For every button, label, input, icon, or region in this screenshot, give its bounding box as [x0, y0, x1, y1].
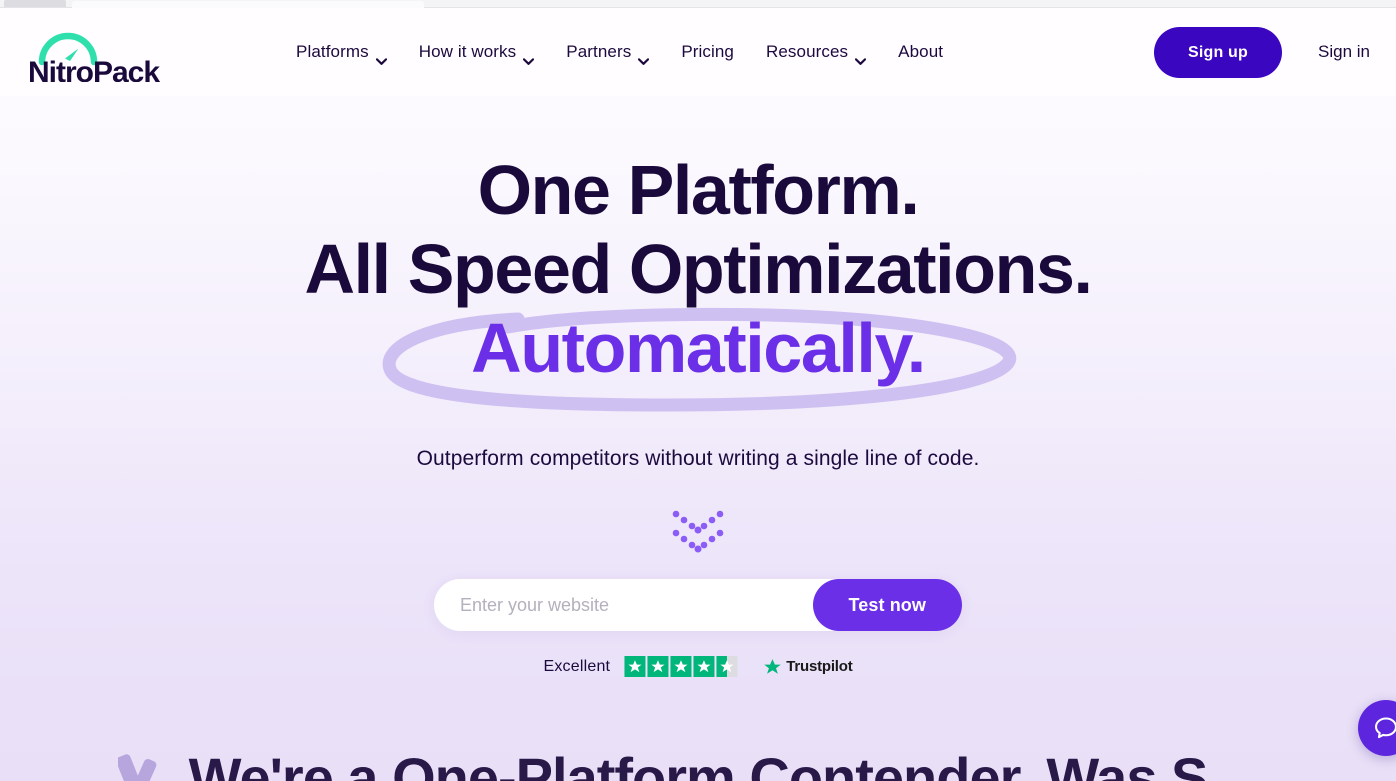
site-header: NitroPack Platforms How it works Partner… — [0, 8, 1396, 96]
next-section-heading: We're a One-Platform Contender. Was S — [188, 746, 1209, 781]
nav-item-about[interactable]: About — [882, 42, 959, 62]
next-section-peek: We're a One-Platform Contender. Was S — [0, 653, 1396, 781]
headline-highlight: Automatically. — [471, 309, 926, 387]
chevron-down-icon — [638, 50, 650, 65]
nav-item-platforms[interactable]: Platforms — [296, 42, 403, 65]
hero-section: One Platform. All Speed Optimizations. A… — [0, 96, 1396, 677]
nav-label-resources: Resources — [766, 42, 849, 61]
nav-label-how-it-works: How it works — [418, 42, 517, 61]
sign-up-button[interactable]: Sign up — [1153, 26, 1283, 78]
nav-item-partners[interactable]: Partners — [550, 42, 665, 65]
sign-in-link[interactable]: Sign in — [1318, 42, 1370, 62]
chat-bubble-icon — [1375, 717, 1396, 739]
nav-label-partners: Partners — [566, 42, 632, 61]
test-now-button[interactable]: Test now — [812, 579, 962, 631]
browser-chrome — [0, 0, 1396, 8]
nav-label-about: About — [898, 42, 944, 61]
logo-graphic: NitroPack — [28, 32, 161, 82]
page-title: One Platform. All Speed Optimizations. A… — [0, 96, 1396, 412]
chevron-down-icon — [375, 50, 387, 65]
nav-label-pricing: Pricing — [681, 42, 734, 61]
website-test-form: Test now — [434, 579, 962, 631]
scroll-down-dots-icon — [671, 509, 725, 561]
headline-line-2: All Speed Optimizations. — [304, 230, 1092, 308]
svg-text:NitroPack: NitroPack — [28, 56, 160, 82]
nav-item-resources[interactable]: Resources — [750, 42, 882, 65]
header-actions: Sign up Sign in — [1153, 8, 1396, 96]
chevron-down-icon — [523, 50, 535, 65]
browser-tab-inactive[interactable] — [72, 1, 424, 8]
chevron-down-icon — [855, 50, 867, 65]
hero-subtitle: Outperform competitors without writing a… — [416, 447, 980, 470]
headline-line-1: One Platform. — [477, 151, 920, 229]
website-url-input[interactable] — [434, 579, 813, 631]
main-navigation: Platforms How it works Partners Pricing — [296, 8, 959, 96]
nav-label-platforms: Platforms — [296, 42, 369, 61]
nav-item-how-it-works[interactable]: How it works — [403, 42, 551, 65]
browser-tab-active[interactable] — [4, 0, 66, 7]
headline-line-3-wrapper: Automatically. — [0, 307, 1396, 412]
nitropack-logo[interactable]: NitroPack — [28, 26, 176, 82]
page-body: NitroPack Platforms How it works Partner… — [0, 8, 1396, 781]
nav-item-pricing[interactable]: Pricing — [665, 42, 750, 62]
